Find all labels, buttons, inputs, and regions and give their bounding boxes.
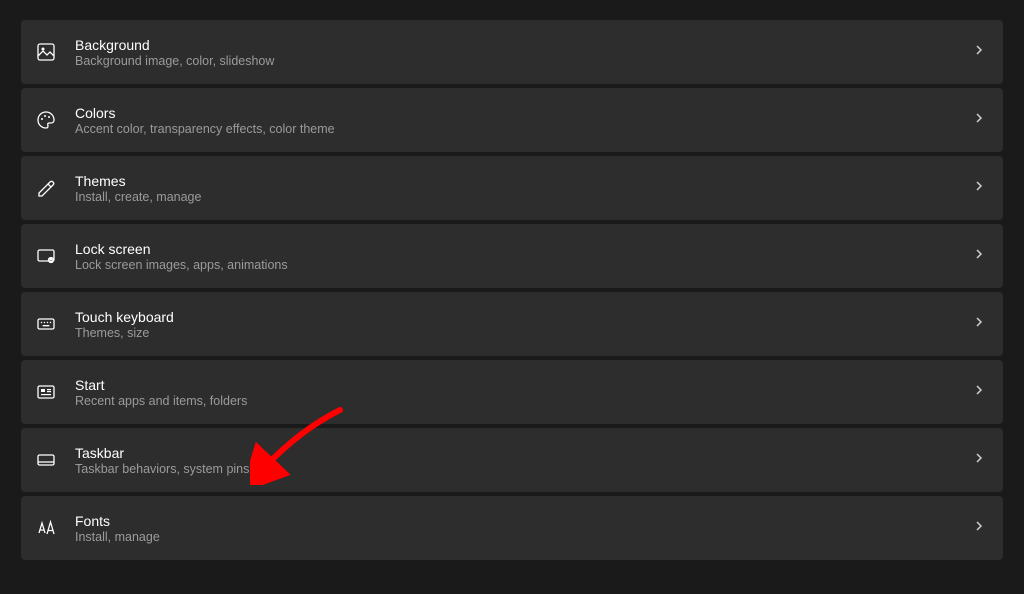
- item-text: Start Recent apps and items, folders: [75, 377, 955, 408]
- settings-item-colors[interactable]: Colors Accent color, transparency effect…: [21, 88, 1003, 152]
- item-text: Taskbar Taskbar behaviors, system pins: [75, 445, 955, 476]
- fonts-icon: [35, 517, 57, 539]
- chevron-right-icon: [973, 383, 985, 401]
- item-title: Start: [75, 377, 955, 393]
- settings-item-start[interactable]: Start Recent apps and items, folders: [21, 360, 1003, 424]
- colors-icon: [35, 109, 57, 131]
- chevron-right-icon: [973, 315, 985, 333]
- touchkeyboard-icon: [35, 313, 57, 335]
- item-title: Themes: [75, 173, 955, 189]
- item-text: Background Background image, color, slid…: [75, 37, 955, 68]
- chevron-right-icon: [973, 247, 985, 265]
- settings-item-background[interactable]: Background Background image, color, slid…: [21, 20, 1003, 84]
- item-text: Colors Accent color, transparency effect…: [75, 105, 955, 136]
- lockscreen-icon: [35, 245, 57, 267]
- item-title: Taskbar: [75, 445, 955, 461]
- settings-item-fonts[interactable]: Fonts Install, manage: [21, 496, 1003, 560]
- item-desc: Lock screen images, apps, animations: [75, 258, 955, 272]
- item-title: Background: [75, 37, 955, 53]
- item-title: Fonts: [75, 513, 955, 529]
- themes-icon: [35, 177, 57, 199]
- background-icon: [35, 41, 57, 63]
- item-desc: Themes, size: [75, 326, 955, 340]
- personalization-settings-list: Background Background image, color, slid…: [21, 20, 1003, 560]
- item-title: Colors: [75, 105, 955, 121]
- item-title: Lock screen: [75, 241, 955, 257]
- item-text: Fonts Install, manage: [75, 513, 955, 544]
- start-icon: [35, 381, 57, 403]
- item-text: Themes Install, create, manage: [75, 173, 955, 204]
- item-desc: Accent color, transparency effects, colo…: [75, 122, 955, 136]
- item-desc: Install, create, manage: [75, 190, 955, 204]
- item-title: Touch keyboard: [75, 309, 955, 325]
- taskbar-icon: [35, 449, 57, 471]
- settings-item-taskbar[interactable]: Taskbar Taskbar behaviors, system pins: [21, 428, 1003, 492]
- item-desc: Recent apps and items, folders: [75, 394, 955, 408]
- item-desc: Taskbar behaviors, system pins: [75, 462, 955, 476]
- item-text: Lock screen Lock screen images, apps, an…: [75, 241, 955, 272]
- settings-item-themes[interactable]: Themes Install, create, manage: [21, 156, 1003, 220]
- item-desc: Background image, color, slideshow: [75, 54, 955, 68]
- chevron-right-icon: [973, 111, 985, 129]
- settings-item-touchkeyboard[interactable]: Touch keyboard Themes, size: [21, 292, 1003, 356]
- chevron-right-icon: [973, 179, 985, 197]
- item-text: Touch keyboard Themes, size: [75, 309, 955, 340]
- chevron-right-icon: [973, 43, 985, 61]
- chevron-right-icon: [973, 519, 985, 537]
- chevron-right-icon: [973, 451, 985, 469]
- settings-item-lockscreen[interactable]: Lock screen Lock screen images, apps, an…: [21, 224, 1003, 288]
- item-desc: Install, manage: [75, 530, 955, 544]
